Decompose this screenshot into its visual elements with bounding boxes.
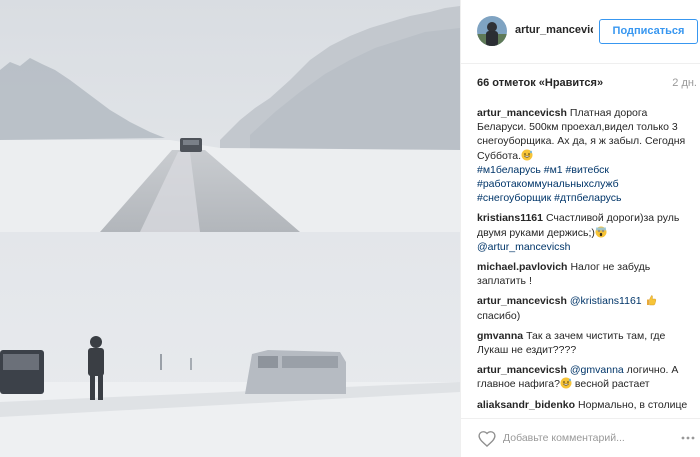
comment-mention[interactable]: @kristians1161: [570, 295, 642, 307]
likes-count[interactable]: 66 отметок «Нравится»: [477, 77, 603, 89]
list-item: aliaksandr_bidenkoНормально, в столице д…: [477, 398, 691, 412]
comment-footer: [461, 418, 700, 457]
photo-blizzard-cars-bottom: [0, 232, 460, 457]
comment-author[interactable]: kristians1161: [477, 212, 543, 224]
photo-snowy-highway-top: [0, 0, 460, 232]
follow-button[interactable]: Подписаться: [599, 19, 698, 44]
scream-face-icon: [595, 226, 607, 238]
comments-list: artur_mancevicsh Платная дорога Беларуси.…: [477, 106, 691, 412]
comment-text-continued: весной растает: [574, 378, 650, 391]
post-header: artur_mancevicsh Подписаться: [461, 0, 700, 64]
list-item: michael.pavlovich Налог не забудь заплати…: [477, 260, 691, 288]
grinning-face-sweat-icon: [560, 377, 572, 389]
comment-text: спасибо): [477, 309, 521, 322]
avatar[interactable]: [477, 16, 507, 46]
post-author-username[interactable]: artur_mancevicsh: [515, 24, 593, 36]
more-dots-icon[interactable]: [679, 429, 697, 447]
comment-author[interactable]: aliaksandr_bidenko: [477, 399, 575, 411]
comment-author[interactable]: artur_mancevicsh: [477, 295, 567, 307]
comment-author[interactable]: artur_mancevicsh: [477, 364, 567, 376]
comment-author[interactable]: artur_mancevicsh: [477, 107, 567, 119]
list-item: artur_mancevicsh Платная дорога Беларуси.…: [477, 106, 691, 205]
add-comment-input[interactable]: [503, 428, 675, 448]
list-item: gmvanna Так а зачем чистить там, где Лука…: [477, 329, 691, 357]
comment-mention[interactable]: @artur_mancevicsh: [477, 240, 691, 254]
heart-outline-icon[interactable]: [477, 429, 497, 449]
list-item: artur_mancevicsh @kristians1161 спасибо): [477, 294, 691, 322]
list-item: kristians1161 Счастливой дороги)за руль д…: [477, 211, 691, 254]
comment-mention[interactable]: @gmvanna: [570, 364, 624, 376]
post-meta: 66 отметок «Нравится» 2 дн.: [477, 77, 697, 93]
comment-author[interactable]: michael.pavlovich: [477, 261, 567, 273]
post-timestamp[interactable]: 2 дн.: [672, 77, 697, 89]
comment-hashtags[interactable]: #м1беларусь #м1 #витебск #работакоммунал…: [477, 163, 691, 206]
list-item: artur_mancevicsh @gmvanna логично. А глав…: [477, 363, 691, 391]
post-side-panel: artur_mancevicsh Подписаться 66 отметок …: [460, 0, 700, 457]
grinning-face-sweat-icon: [521, 149, 533, 161]
thumbs-up-icon: [646, 295, 656, 306]
post-photo-collage[interactable]: [0, 0, 460, 457]
comment-author[interactable]: gmvanna: [477, 330, 523, 342]
